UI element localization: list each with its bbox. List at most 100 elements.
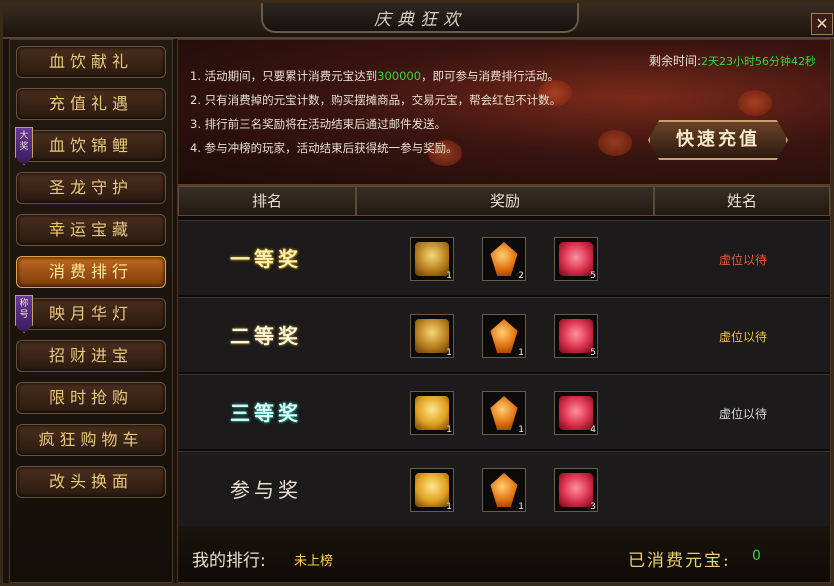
sidebar-item-label: 限时抢购 [48, 388, 133, 407]
winner-name: 虚位以待 [718, 330, 767, 344]
sidebar-item[interactable]: 充值礼遇 [16, 88, 166, 120]
sidebar-item-label: 招财进宝 [48, 346, 133, 365]
reward-count: 1 [446, 348, 452, 358]
reward-count: 5 [590, 348, 596, 358]
rule-prefix: 2. 只有消费掉的元宝计数，购买摆摊商品，交易元宝，帮会红包不计数。 [190, 93, 562, 107]
lantern-decoration [598, 130, 632, 156]
header-reward: 奖励 [356, 186, 654, 216]
sidebar-badge: 大奖 [15, 127, 33, 165]
rule-prefix: 4. 参与冲榜的玩家，活动结束后获得统一参与奖励。 [190, 141, 458, 155]
reward-count: 1 [518, 348, 524, 358]
header-name: 姓名 [654, 186, 830, 216]
close-button[interactable]: ✕ [811, 13, 833, 35]
amber-gem-icon [490, 319, 518, 353]
activity-sidebar: 血饮献礼 充值礼遇 血饮锦鲤 大奖 圣龙守护 幸运宝藏 消费排行 映月华灯 称号 招财进宝 限时抢购… [9, 39, 173, 583]
sidebar-item[interactable]: 改头换面 [16, 466, 166, 498]
rank-label: 参与奖 [230, 478, 302, 502]
reward-slot[interactable]: 4 [554, 391, 598, 435]
sidebar-item-label: 疯狂购物车 [38, 430, 144, 449]
sidebar-item-label: 映月华灯 [48, 304, 133, 323]
sidebar-item[interactable]: 招财进宝 [16, 340, 166, 372]
footer-bar: 我的排行: 未上榜 已消费元宝: 0 [178, 526, 830, 582]
event-banner: 1. 活动期间，只要累计消费元宝达到300000，即可参与消费排行活动。 2. 只… [178, 40, 830, 186]
sidebar-item[interactable]: 映月华灯 称号 [15, 295, 166, 333]
sidebar-item[interactable]: 圣龙守护 [16, 172, 166, 204]
rule-prefix: 3. 排行前三名奖励将在活动结束后通过邮件发送。 [190, 117, 447, 131]
amber-gem-icon [490, 396, 518, 430]
window-title: 庆典狂欢 [374, 10, 466, 30]
golden-chest-icon [415, 396, 449, 430]
reward-slot[interactable]: 1 [410, 314, 454, 358]
reward-count: 1 [446, 502, 452, 512]
amber-gem-icon [490, 242, 518, 276]
header-rank: 排名 [178, 186, 356, 216]
my-rank-label: 我的排行: [192, 551, 266, 571]
spent-label: 已消费元宝: [628, 551, 731, 571]
table-header: 排名 奖励 姓名 [178, 186, 830, 218]
sidebar-item-label: 血饮锦鲤 [48, 136, 133, 155]
sidebar-item[interactable]: 疯狂购物车 [16, 424, 166, 456]
lantern-decoration [738, 90, 772, 116]
sidebar-badge: 称号 [15, 295, 33, 333]
red-rose-icon [559, 319, 593, 353]
reward-slot[interactable]: 1 [482, 314, 526, 358]
reward-count: 1 [446, 425, 452, 435]
title-plate: 庆典狂欢 [261, 3, 579, 33]
reward-slot[interactable]: 1 [410, 468, 454, 512]
rank-label: 三等奖 [230, 401, 302, 425]
rule-line: 2. 只有消费掉的元宝计数，购买摆摊商品，交易元宝，帮会红包不计数。 [190, 88, 561, 112]
sidebar-item-label: 幸运宝藏 [48, 220, 133, 239]
table-row: 一等奖 1 2 5 虚位以待 [178, 220, 830, 296]
rule-line: 4. 参与冲榜的玩家，活动结束后获得统一参与奖励。 [190, 136, 561, 160]
reward-count: 1 [518, 425, 524, 435]
reward-count: 1 [518, 502, 524, 512]
sidebar-item-label: 消费排行 [48, 262, 133, 281]
reward-count: 1 [446, 271, 452, 281]
reward-slot[interactable]: 1 [410, 391, 454, 435]
rule-highlight: 300000 [377, 69, 422, 83]
table-row: 参与奖 1 1 3 [178, 451, 830, 527]
reward-slot[interactable]: 1 [482, 391, 526, 435]
reward-slot[interactable]: 2 [482, 237, 526, 281]
reward-slot[interactable]: 1 [482, 468, 526, 512]
winner-name: 虚位以待 [718, 253, 767, 267]
treasure-chest-icon [415, 242, 449, 276]
event-rules: 1. 活动期间，只要累计消费元宝达到300000，即可参与消费排行活动。 2. 只… [190, 64, 561, 160]
my-rank-value: 未上榜 [294, 554, 334, 569]
sidebar-item[interactable]: 消费排行 [16, 256, 166, 288]
rank-label: 一等奖 [230, 247, 302, 271]
sidebar-item-label: 圣龙守护 [48, 178, 133, 197]
golden-chest-icon [415, 473, 449, 507]
sidebar-item[interactable]: 血饮献礼 [16, 46, 166, 78]
sidebar-item-label: 改头换面 [48, 472, 133, 491]
rule-line: 3. 排行前三名奖励将在活动结束后通过邮件发送。 [190, 112, 561, 136]
quick-recharge-button[interactable]: 快速充值 [648, 120, 788, 160]
reward-slot[interactable]: 1 [410, 237, 454, 281]
reward-slot[interactable]: 5 [554, 314, 598, 358]
rule-suffix: ，即可参与消费排行活动。 [421, 69, 560, 83]
amber-gem-icon [490, 473, 518, 507]
red-rose-icon [559, 396, 593, 430]
rule-prefix: 1. 活动期间，只要累计消费元宝达到 [190, 69, 378, 83]
event-window: 庆典狂欢 ✕ 血饮献礼 充值礼遇 血饮锦鲤 大奖 圣龙守护 幸运宝藏 消费排行 映月华灯 称号招… [0, 0, 834, 586]
countdown-label: 剩余时间: [648, 54, 701, 68]
red-rose-icon [559, 242, 593, 276]
countdown-value: 2天23小时56分钟42秒 [701, 55, 816, 68]
sidebar-item-label: 充值礼遇 [48, 94, 133, 113]
reward-count: 3 [590, 502, 596, 512]
sidebar-item[interactable]: 血饮锦鲤 大奖 [15, 127, 166, 165]
table-row: 二等奖 1 1 5 虚位以待 [178, 297, 830, 373]
spent-value: 0 [752, 548, 761, 564]
reward-slot[interactable]: 3 [554, 468, 598, 512]
sidebar-item[interactable]: 幸运宝藏 [16, 214, 166, 246]
sidebar-item-label: 血饮献礼 [48, 52, 133, 71]
reward-slot[interactable]: 5 [554, 237, 598, 281]
rank-label: 二等奖 [230, 324, 302, 348]
reward-count: 2 [518, 271, 524, 281]
title-bar: 庆典狂欢 ✕ [3, 3, 834, 39]
sidebar-item[interactable]: 限时抢购 [16, 382, 166, 414]
reward-count: 4 [590, 425, 596, 435]
rule-line: 1. 活动期间，只要累计消费元宝达到300000，即可参与消费排行活动。 [190, 64, 561, 88]
winner-name: 虚位以待 [718, 407, 767, 421]
countdown: 剩余时间:2天23小时56分钟42秒 [649, 52, 816, 69]
